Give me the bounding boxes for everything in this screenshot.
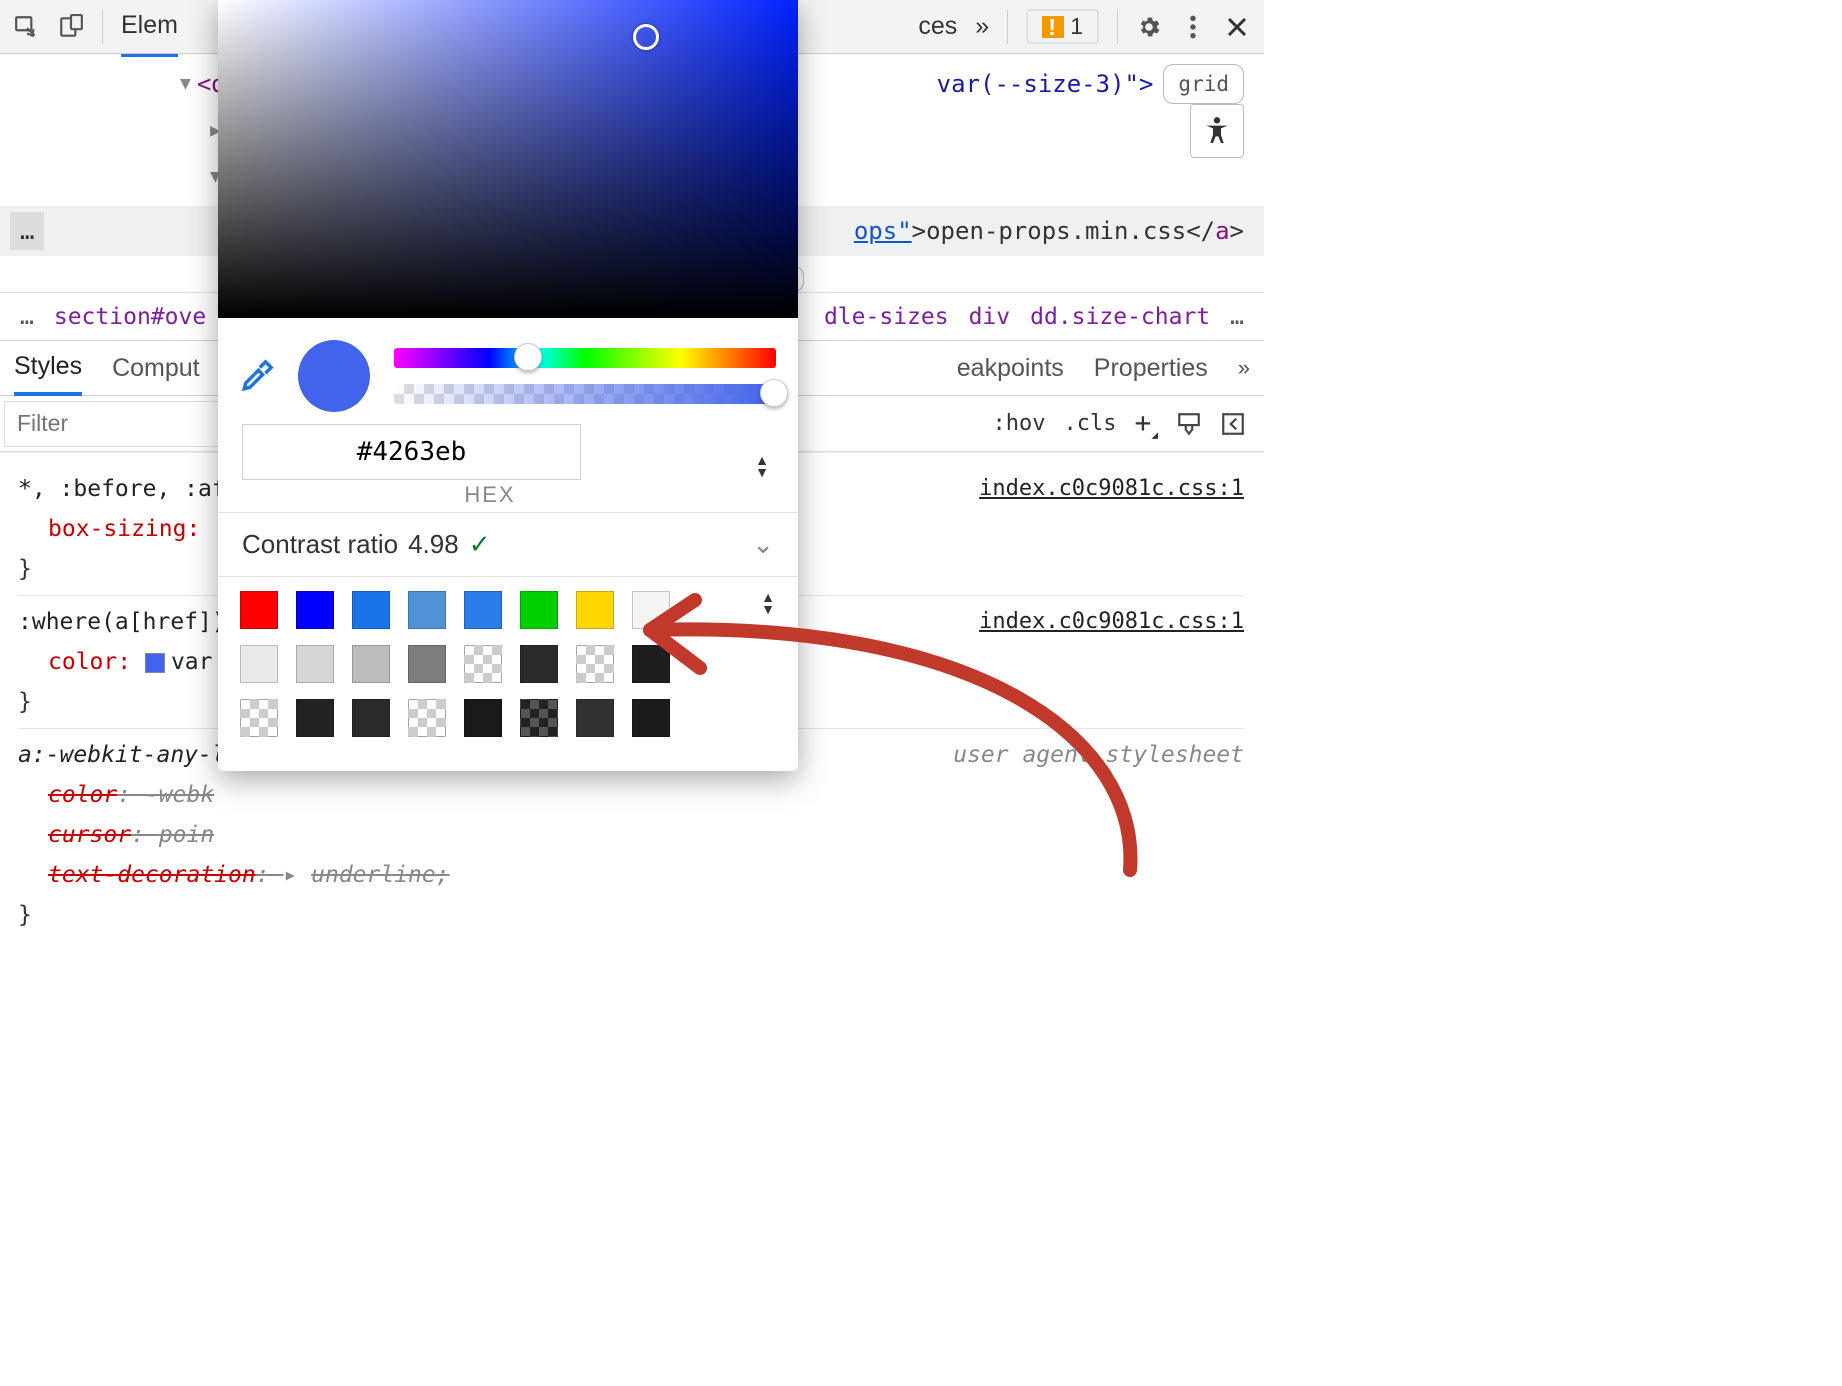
color-swatch[interactable] (408, 699, 446, 737)
rule-selector[interactable]: *, :before, :af (18, 476, 226, 502)
color-swatch[interactable] (296, 699, 334, 737)
color-swatch[interactable] (576, 591, 614, 629)
kebab-menu-icon[interactable] (1180, 14, 1206, 40)
device-toggle-icon[interactable] (58, 14, 84, 40)
color-swatch[interactable] (352, 591, 390, 629)
color-swatch[interactable] (352, 699, 390, 737)
tab-computed[interactable]: Comput (112, 354, 200, 383)
breadcrumb-item[interactable]: dle-sizes (824, 304, 949, 330)
color-swatch[interactable] (632, 591, 670, 629)
color-swatch[interactable] (408, 591, 446, 629)
color-swatch[interactable] (145, 653, 165, 673)
hex-input[interactable] (242, 424, 581, 480)
satval-cursor[interactable] (633, 24, 659, 50)
color-swatch[interactable] (240, 591, 278, 629)
dom-text: >open-props.min.css</ (912, 212, 1215, 250)
inspect-icon[interactable] (14, 14, 40, 40)
current-color-preview (298, 340, 370, 412)
contrast-ratio-row[interactable]: Contrast ratio 4.98 ✓ ⌄ (218, 512, 798, 576)
color-swatch[interactable] (464, 591, 502, 629)
subtabs-more-icon[interactable]: » (1238, 355, 1250, 381)
contrast-label: Contrast ratio (242, 529, 398, 560)
color-swatch[interactable] (520, 699, 558, 737)
tab-elements[interactable]: Elem (121, 11, 178, 57)
issues-badge[interactable]: 1 (1026, 9, 1099, 44)
saturation-value-field[interactable] (218, 0, 798, 318)
color-swatch[interactable] (296, 591, 334, 629)
color-swatch[interactable] (520, 591, 558, 629)
dom-attr-link[interactable]: ops" (854, 212, 912, 250)
tab-properties[interactable]: Properties (1094, 354, 1208, 383)
separator (102, 10, 103, 44)
tab-fragment-right[interactable]: ces (918, 12, 957, 41)
css-property[interactable]: color: -webk (18, 782, 214, 808)
close-icon[interactable] (1224, 14, 1250, 40)
contrast-pass-icon: ✓ (469, 529, 491, 560)
color-swatch[interactable] (520, 645, 558, 683)
separator (1007, 10, 1008, 44)
dom-attr-value: var(--size-3)"> (937, 65, 1154, 103)
swatch-row: ▲▼ (240, 591, 780, 629)
ellipsis-collapsed[interactable]: … (10, 212, 44, 250)
color-swatch[interactable] (632, 699, 670, 737)
contrast-value: 4.98 (408, 529, 459, 560)
dom-close-angle: > (1230, 212, 1244, 250)
color-swatch[interactable] (408, 645, 446, 683)
palette-swatches: ▲▼ (218, 576, 798, 771)
rule-source-ua: user agent stylesheet (953, 735, 1244, 775)
layout-badge-grid[interactable]: grid (1163, 64, 1244, 104)
color-swatch[interactable] (464, 699, 502, 737)
color-format-label: HEX (242, 482, 738, 508)
issues-count: 1 (1070, 13, 1083, 40)
color-swatch[interactable] (576, 699, 614, 737)
separator (1117, 10, 1118, 44)
settings-icon[interactable] (1136, 14, 1162, 40)
color-swatch[interactable] (464, 645, 502, 683)
color-format-switch[interactable]: ▲▼ (750, 454, 774, 478)
color-swatch[interactable] (240, 645, 278, 683)
chevron-down-icon[interactable]: ⌄ (752, 529, 774, 560)
breadcrumb-more-right[interactable]: … (1230, 304, 1244, 330)
dom-tag-close: a (1215, 212, 1229, 250)
rule-source-link[interactable]: index.c0c9081c.css:1 (979, 469, 1244, 509)
palette-switch[interactable]: ▲▼ (756, 591, 780, 629)
breadcrumb-more-left[interactable]: … (20, 304, 34, 330)
color-swatch[interactable] (576, 645, 614, 683)
css-property[interactable]: box-sizing: (18, 516, 200, 542)
css-property[interactable]: cursor: poin (18, 822, 214, 848)
rule-selector[interactable]: :where(a[href]) (18, 609, 226, 635)
breadcrumb-item[interactable]: section#ove (54, 304, 206, 330)
cls-toggle[interactable]: .cls (1064, 411, 1117, 436)
hue-slider[interactable] (394, 348, 776, 368)
eyedropper-icon[interactable] (240, 359, 274, 393)
toolbar-more-tabs[interactable]: » (975, 12, 989, 41)
rule-selector[interactable]: a:-webkit-any-l (18, 742, 226, 768)
color-swatch[interactable] (240, 699, 278, 737)
breadcrumb-item[interactable]: dd.size-chart (1030, 304, 1210, 330)
computed-panel-toggle-icon[interactable] (1220, 411, 1246, 437)
swatch-row (240, 699, 780, 737)
hue-slider-thumb[interactable] (514, 343, 542, 371)
color-picker-popover: HEX ▲▼ Contrast ratio 4.98 ✓ ⌄ ▲▼ (218, 0, 798, 771)
tab-breakpoints[interactable]: eakpoints (957, 354, 1064, 383)
rule-source-link[interactable]: index.c0c9081c.css:1 (979, 602, 1244, 642)
alpha-slider[interactable] (394, 384, 776, 404)
hov-toggle[interactable]: :hov (993, 411, 1046, 436)
paint-brush-icon[interactable] (1176, 411, 1202, 437)
accessibility-icon[interactable] (1190, 104, 1244, 158)
color-swatch[interactable] (352, 645, 390, 683)
color-swatch[interactable] (296, 645, 334, 683)
swatch-row (240, 645, 780, 683)
css-property[interactable]: color: var (18, 649, 213, 675)
warning-icon (1042, 16, 1064, 38)
expand-down-icon[interactable]: ▼ (180, 65, 191, 103)
new-style-rule-icon[interactable]: +◢ (1135, 406, 1158, 442)
breadcrumb-item[interactable]: div (969, 304, 1011, 330)
color-swatch[interactable] (632, 645, 670, 683)
alpha-slider-thumb[interactable] (760, 379, 788, 407)
css-property[interactable]: text-decoration: ▸ underline; (18, 862, 450, 888)
tab-styles[interactable]: Styles (14, 340, 82, 396)
